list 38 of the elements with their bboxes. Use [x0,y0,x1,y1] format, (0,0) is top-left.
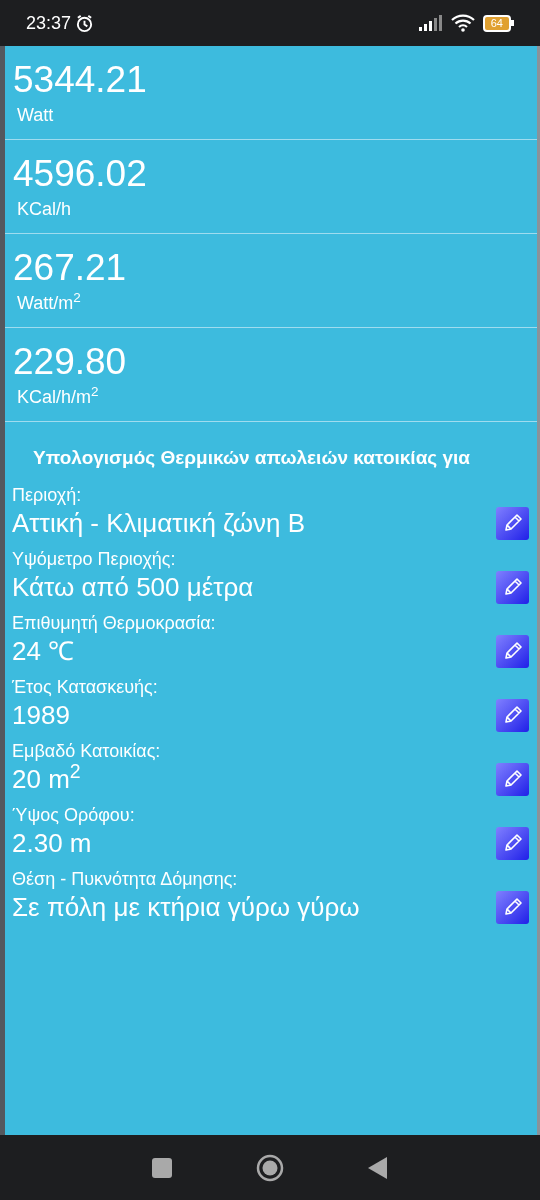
back-icon[interactable] [368,1156,388,1179]
edit-button[interactable] [496,890,529,924]
field-label: Επιθυμητή Θερμοκρασία: [12,612,217,634]
field-label: Έτος Κατασκευής: [12,676,159,698]
field-value: 2.30 m [12,827,92,860]
field-value: Αττική - Κλιματική ζώνη Β [12,507,306,540]
home-icon[interactable] [256,1153,284,1182]
field-value: 1989 [12,699,70,732]
field-value: 24 ℃ [12,635,75,668]
battery-icon: 64 [482,14,514,32]
alarm-icon [75,13,95,33]
result-unit: Watt [17,104,55,127]
edit-button[interactable] [496,698,529,732]
status-time: 23:37 [26,11,72,35]
edit-button[interactable] [496,570,529,604]
field-value: 20 m$^{2}$ [12,762,81,796]
result-value: 267.21 [13,246,128,290]
field-value: Κάτω από 500 μέτρα [12,571,254,604]
field-label: Εμβαδό Κατοικίας: [12,740,162,762]
result-unit: KCal/h/m$^{2}$ [17,384,100,409]
result-value: 5344.21 [13,58,148,102]
field-label: Περιοχή: [12,484,83,506]
field-value: Σε πόλη με κτήρια γύρω γύρω [12,891,360,924]
wifi-icon [450,14,475,32]
result-unit: Watt/m$^{2}$ [17,290,82,315]
section-title: Υπολογισμός Θερμικών απωλειών κατοικίας για [32,446,471,470]
signal-icon [418,15,443,31]
result-unit: KCal/h [17,198,73,221]
edit-button[interactable] [496,634,529,668]
result-value: 4596.02 [13,152,148,196]
edit-button[interactable] [496,826,529,860]
edit-button[interactable] [496,506,529,540]
result-value: 229.80 [13,340,128,384]
field-label: Υψόμετρο Περιοχής: [12,548,177,570]
edit-button[interactable] [496,762,529,796]
field-label: Θέση - Πυκνότητα Δόμησης: [12,868,239,890]
field-label: Ύψος Ορόφου: [12,804,136,826]
recent-apps-icon[interactable] [152,1157,172,1178]
